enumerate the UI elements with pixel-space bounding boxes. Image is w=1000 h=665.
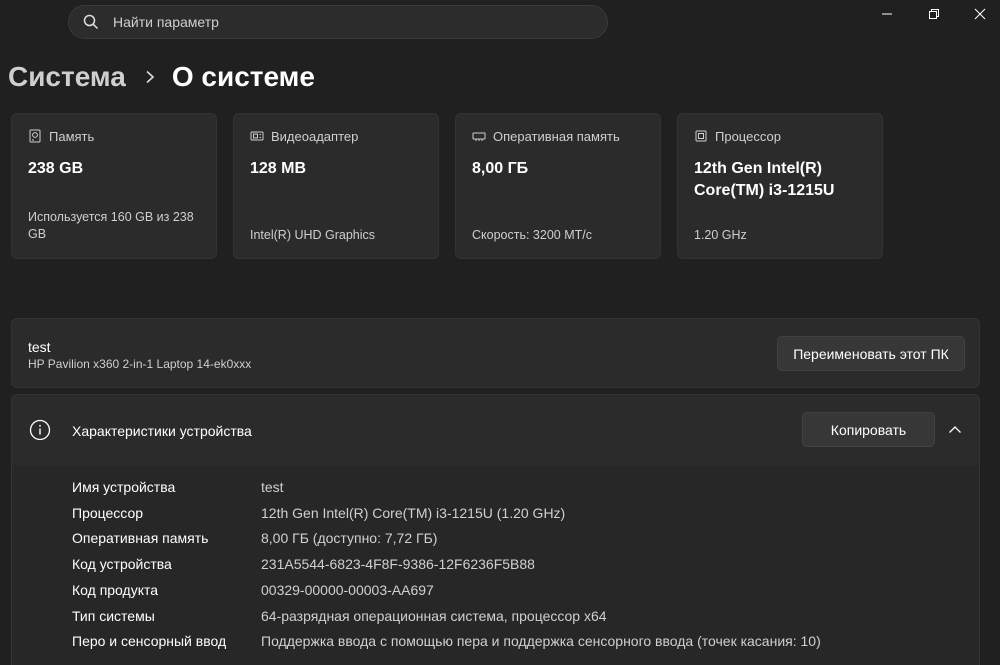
card-ram[interactable]: Оперативная память 8,00 ГБ Скорость: 320… — [455, 113, 661, 259]
spec-key: Имя устройства — [72, 479, 176, 495]
chevron-right-icon — [146, 70, 155, 84]
spec-value: 64-разрядная операционная система, проце… — [261, 608, 607, 624]
storage-icon — [29, 129, 41, 143]
card-label: Оперативная память — [493, 128, 620, 144]
minimize-button[interactable] — [867, 0, 907, 28]
spec-key: Процессор — [72, 505, 144, 521]
card-label: Процессор — [715, 128, 781, 144]
card-sub: Используется 160 GB из 238 GB — [28, 210, 194, 241]
device-model: HP Pavilion x360 2-in-1 Laptop 14-ek0xxx — [28, 357, 252, 371]
card-label: Видеоадаптер — [271, 128, 359, 144]
card-sub: 1.20 GHz — [694, 228, 747, 242]
info-icon — [29, 419, 51, 441]
card-cpu[interactable]: Процессор 12th Gen Intel(R) Core(TM) i3-… — [677, 113, 883, 259]
spec-key: Тип системы — [72, 608, 155, 624]
card-value: 8,00 ГБ — [472, 160, 529, 177]
card-value: 238 GB — [28, 160, 84, 177]
card-sub: Intel(R) UHD Graphics — [250, 228, 376, 242]
spec-row: Перо и сенсорный ввод Поддержка ввода с … — [72, 633, 821, 649]
gpu-icon — [250, 131, 264, 141]
minimize-icon — [882, 13, 892, 15]
spec-value: 00329-00000-00003-AA697 — [261, 582, 434, 598]
breadcrumb-parent[interactable]: Система — [8, 61, 126, 93]
breadcrumb: Система О системе — [8, 57, 315, 97]
spec-row: Код продукта 00329-00000-00003-AA697 — [72, 582, 434, 598]
spec-value: 12th Gen Intel(R) Core(TM) i3-1215U (1.2… — [261, 505, 566, 521]
card-value: 12th Gen Intel(R) Core(TM) i3-1215U — [694, 160, 835, 199]
restore-icon — [929, 9, 939, 19]
spec-value: 231A5544-6823-4F8F-9386-12F6236F5B88 — [261, 556, 535, 572]
cpu-icon — [695, 130, 707, 142]
card-label: Память — [49, 128, 95, 144]
search-icon — [83, 14, 99, 30]
page-title: О системе — [171, 61, 315, 92]
card-value: 128 MB — [250, 160, 307, 177]
spec-row: Процессор 12th Gen Intel(R) Core(TM) i3-… — [72, 505, 565, 521]
chevron-up-icon[interactable] — [948, 424, 962, 436]
maximize-button[interactable] — [914, 0, 954, 28]
device-name: test — [28, 339, 51, 355]
spec-row: Оперативная память 8,00 ГБ (доступно: 7,… — [72, 530, 437, 546]
device-specs-header[interactable]: Характеристики устройства Копировать — [11, 394, 980, 466]
card-sub: Скорость: 3200 МТ/с — [472, 228, 592, 242]
spec-row: Тип системы 64-разрядная операционная си… — [72, 608, 607, 624]
card-gpu[interactable]: Видеоадаптер 128 MB Intel(R) UHD Graphic… — [233, 113, 439, 259]
spec-key: Оперативная память — [72, 530, 209, 546]
spec-value: 8,00 ГБ (доступно: 7,72 ГБ) — [261, 530, 438, 546]
spec-key: Код устройства — [72, 556, 172, 572]
device-specs-title: Характеристики устройства — [72, 423, 252, 439]
rename-pc-button[interactable]: Переименовать этот ПК — [777, 336, 965, 371]
close-button[interactable] — [960, 0, 1000, 28]
device-name-panel: test HP Pavilion x360 2-in-1 Laptop 14-e… — [11, 318, 980, 388]
close-icon — [974, 8, 986, 20]
search-box[interactable] — [68, 5, 608, 39]
spec-value: Поддержка ввода с помощью пера и поддерж… — [261, 633, 821, 649]
spec-row: Имя устройства test — [72, 479, 284, 495]
spec-key: Код продукта — [72, 582, 159, 598]
card-storage[interactable]: Память 238 GB Используется 160 GB из 238… — [11, 113, 217, 259]
spec-key: Перо и сенсорный ввод — [72, 633, 227, 649]
device-specs-list: Имя устройства test Процессор 12th Gen I… — [11, 465, 980, 665]
ram-icon — [472, 132, 486, 141]
spec-row: Код устройства 231A5544-6823-4F8F-9386-1… — [72, 556, 535, 572]
copy-button[interactable]: Копировать — [802, 412, 935, 447]
spec-value: test — [261, 479, 284, 495]
search-input[interactable] — [113, 14, 553, 30]
